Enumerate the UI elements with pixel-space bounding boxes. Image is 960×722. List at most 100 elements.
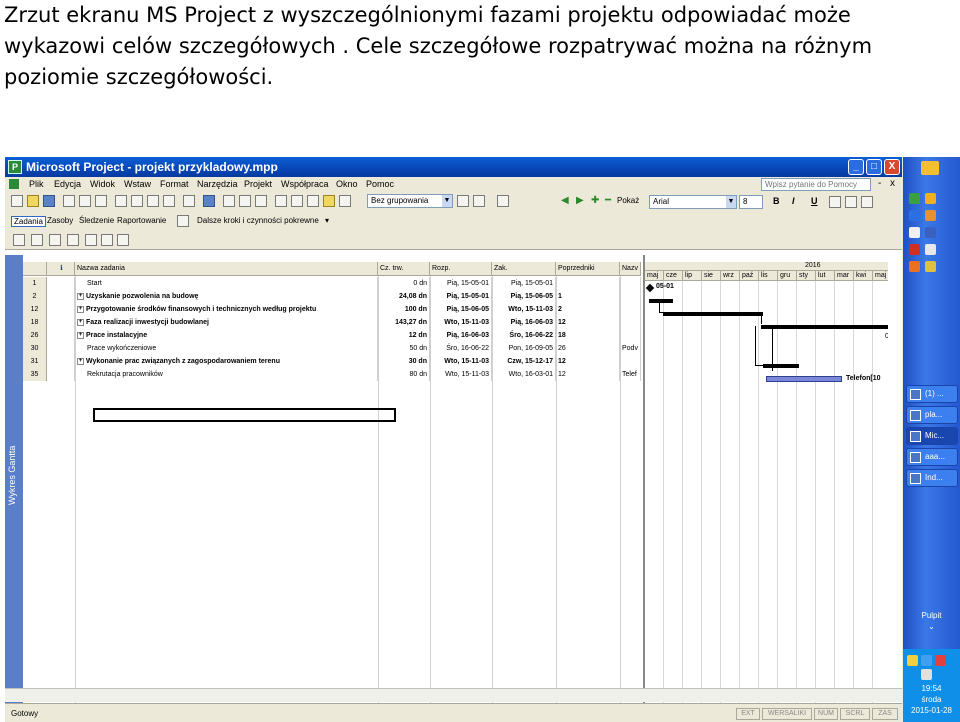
resource-cell[interactable] (620, 303, 641, 316)
undo-icon[interactable] (183, 195, 195, 207)
indicator-cell[interactable] (47, 303, 75, 316)
expand-icon[interactable]: + (77, 318, 84, 326)
outdent-icon[interactable]: ◀ (561, 195, 569, 206)
maximize-button[interactable]: □ (866, 159, 882, 175)
task-name-cell[interactable]: Rekrutacja pracowników (75, 368, 378, 381)
table-row[interactable]: 18 + Faza realizacji inwestycji budowlanej… (23, 316, 641, 329)
group-by-select[interactable]: Bez grupowania ▼ (367, 194, 453, 208)
zoom-out-icon[interactable] (473, 195, 485, 207)
menu-projekt[interactable]: Projekt (244, 179, 272, 189)
duration-cell[interactable]: 143,27 dn (378, 316, 430, 329)
layout-icon[interactable] (85, 234, 97, 246)
underline-button[interactable]: U (811, 196, 818, 206)
doc-minimize-button[interactable]: - (878, 178, 881, 189)
finish-cell[interactable]: Pon, 16-09-05 (492, 342, 556, 355)
layout-icon[interactable] (31, 234, 43, 246)
format-painter-icon[interactable] (163, 195, 175, 207)
menu-okno[interactable]: Okno (336, 179, 358, 189)
column-header-id[interactable] (23, 262, 47, 276)
resource-cell[interactable]: Podv (620, 342, 641, 355)
row-id[interactable]: 26 (23, 329, 47, 342)
help-search-input[interactable]: Wpisz pytanie do Pomocy (761, 178, 871, 191)
app-icon[interactable] (909, 244, 920, 255)
tray-icon[interactable] (935, 655, 946, 666)
table-row[interactable]: 30 Prace wykończeniowe 50 dn Śro, 16-06-22 P… (23, 342, 641, 355)
table-row[interactable]: 26 + Prace instalacyjne 12 dn Pią, 16-06-03 Ś… (23, 329, 641, 342)
task-name-cell[interactable]: + Prace instalacyjne (75, 329, 378, 342)
resource-cell[interactable] (620, 355, 641, 368)
hyperlink-icon[interactable] (203, 195, 215, 207)
table-row[interactable]: 2 + Uzyskanie pozwolenia na budowę 24,08 dn… (23, 290, 641, 303)
layout-icon[interactable] (13, 234, 25, 246)
minimize-button[interactable]: _ (848, 159, 864, 175)
tray-icon[interactable] (907, 655, 918, 666)
copy-icon[interactable] (131, 195, 143, 207)
split-task-icon[interactable] (255, 195, 267, 207)
tab-raportowanie[interactable]: Raportowanie (117, 216, 166, 225)
predecessors-cell[interactable] (556, 277, 620, 290)
close-button[interactable]: X (884, 159, 900, 175)
start-cell[interactable]: Śro, 16-06-22 (430, 342, 492, 355)
tab-zasoby[interactable]: Zasoby (47, 216, 73, 225)
menu-wspolpraca[interactable]: Współpraca (281, 179, 329, 189)
menu-edycja[interactable]: Edycja (54, 179, 81, 189)
resource-cell[interactable]: Telef (620, 368, 641, 381)
expand-icon[interactable]: + (77, 331, 84, 339)
duration-cell[interactable]: 24,08 dn (378, 290, 430, 303)
row-id[interactable]: 31 (23, 355, 47, 368)
predecessors-cell[interactable]: 18 (556, 329, 620, 342)
table-row[interactable]: 35 Rekrutacja pracowników 80 dn Wto, 15-11-… (23, 368, 641, 381)
start-cell[interactable]: Pią, 15-05-01 (430, 277, 492, 290)
open-icon[interactable] (27, 195, 39, 207)
duration-cell[interactable]: 30 dn (378, 355, 430, 368)
app-icon[interactable] (925, 244, 936, 255)
taskbar-button-project[interactable]: Mic... (906, 427, 958, 445)
zoom-in-icon[interactable] (457, 195, 469, 207)
expand-icon[interactable]: + (77, 357, 84, 365)
layout-icon[interactable] (101, 234, 113, 246)
table-row[interactable]: 31 + Wykonanie prac związanych z zagospoda… (23, 355, 641, 368)
font-select[interactable]: Arial ▼ (649, 195, 737, 209)
column-header-resources[interactable]: Nazv (620, 262, 641, 276)
predecessors-cell[interactable]: 12 (556, 316, 620, 329)
expand-icon[interactable]: + (77, 292, 84, 300)
finish-cell[interactable]: Wto, 15-11-03 (492, 303, 556, 316)
column-header-finish[interactable]: Zak. (492, 262, 556, 276)
task-name-cell[interactable]: Prace wykończeniowe (75, 342, 378, 355)
predecessors-cell[interactable]: 26 (556, 342, 620, 355)
start-cell[interactable]: Wto, 15-11-03 (430, 355, 492, 368)
row-id[interactable]: 2 (23, 290, 47, 303)
resource-cell[interactable] (620, 316, 641, 329)
task-name-cell[interactable]: + Wykonanie prac związanych z zagospodaro… (75, 355, 378, 368)
menu-pomoc[interactable]: Pomoc (366, 179, 394, 189)
menu-wstaw[interactable]: Wstaw (124, 179, 151, 189)
next-steps-select[interactable]: Dalsze kroki i czynności pokrewne (197, 216, 319, 225)
show-subtasks-icon[interactable]: ✚ (591, 195, 599, 206)
column-header-name[interactable]: Nazwa zadania (75, 262, 378, 276)
spelling-icon[interactable] (95, 195, 107, 207)
table-row[interactable]: 12 + Przygotowanie środków finansowych i t… (23, 303, 641, 316)
indicator-cell[interactable] (47, 316, 75, 329)
cut-icon[interactable] (115, 195, 127, 207)
resource-cell[interactable] (620, 290, 641, 303)
start-cell[interactable]: Wto, 15-11-03 (430, 316, 492, 329)
finish-cell[interactable]: Pią, 16-06-03 (492, 316, 556, 329)
duration-cell[interactable]: 50 dn (378, 342, 430, 355)
hide-subtasks-icon[interactable]: ━ (605, 195, 611, 206)
bold-button[interactable]: B (773, 196, 780, 206)
row-id[interactable]: 12 (23, 303, 47, 316)
duration-cell[interactable]: 12 dn (378, 329, 430, 342)
task-name-cell[interactable]: Start (75, 277, 378, 290)
predecessors-cell[interactable]: 12 (556, 355, 620, 368)
indicator-cell[interactable] (47, 368, 75, 381)
volume-icon[interactable] (921, 669, 932, 680)
tray-icon[interactable] (921, 655, 932, 666)
indicator-cell[interactable] (47, 290, 75, 303)
paste-icon[interactable] (147, 195, 159, 207)
new-icon[interactable] (11, 195, 23, 207)
duration-cell[interactable]: 100 dn (378, 303, 430, 316)
guide-icon[interactable] (177, 215, 189, 227)
finish-cell[interactable]: Czw, 15-12-17 (492, 355, 556, 368)
indent-icon[interactable]: ▶ (576, 195, 584, 206)
row-id[interactable]: 1 (23, 277, 47, 290)
